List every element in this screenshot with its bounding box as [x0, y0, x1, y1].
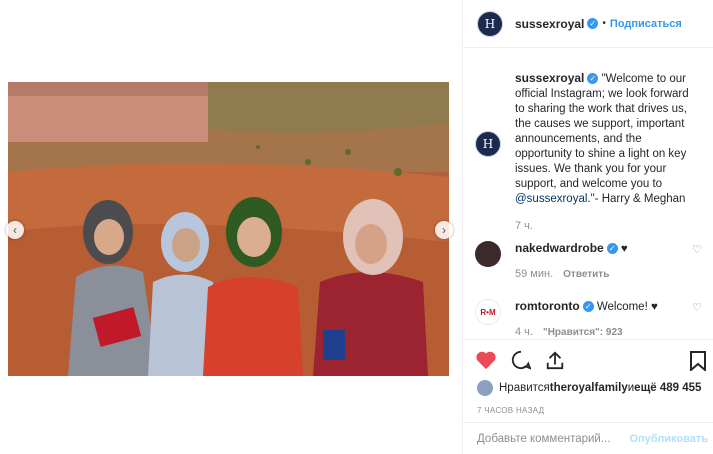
verified-icon: ✓ — [587, 18, 599, 29]
publish-button[interactable]: Опубликовать — [629, 433, 708, 445]
likes-prefix: Нравится — [499, 382, 550, 394]
comment-time[interactable]: 4 ч. — [515, 326, 533, 338]
comment-text: ♥ — [617, 243, 628, 255]
header-username[interactable]: sussexroyal — [515, 17, 584, 31]
separator-dot: • — [602, 18, 606, 29]
share-icon[interactable] — [545, 350, 565, 370]
post-header: H sussexroyal ✓ • Подписаться — [463, 0, 713, 48]
carousel-next-button[interactable]: › — [435, 221, 453, 239]
verified-icon: ✓ — [582, 301, 594, 313]
comment-text: Welcome! ♥ — [593, 301, 658, 313]
verified-icon: ✓ — [606, 243, 618, 255]
caption-username[interactable]: sussexroyal — [515, 71, 584, 85]
media-pane: ‹ › — [0, 0, 462, 454]
comment-username[interactable]: nakedwardrobe — [515, 241, 604, 255]
caption: H sussexroyal ✓ "Welcome to our official … — [475, 71, 695, 234]
action-icons — [463, 340, 713, 380]
comment-input[interactable] — [477, 433, 637, 445]
post-sidebar: H sussexroyal ✓ • Подписаться H sussexro… — [462, 0, 713, 454]
liker-username[interactable]: theroyalfamily — [550, 382, 628, 394]
comment-item: R•M romtoronto ✓ Welcome! ♥ 4 ч. "Нравится… — [475, 299, 695, 339]
bookmark-icon[interactable] — [690, 351, 706, 371]
carousel-prev-button[interactable]: ‹ — [6, 221, 24, 239]
post-timestamp[interactable]: 7 ЧАСОВ НАЗАД — [463, 406, 713, 415]
comment-avatar[interactable] — [475, 241, 501, 267]
add-comment-row: Опубликовать — [463, 422, 713, 454]
comment-icon[interactable] — [511, 350, 531, 370]
comment-item: nakedwardrobe ✓ ♥ 59 мин. Ответить — [475, 241, 695, 282]
post-photo[interactable] — [8, 82, 449, 376]
avatar[interactable]: H — [477, 10, 503, 37]
comment-username[interactable]: romtoronto — [515, 299, 580, 313]
reply-button[interactable]: Ответить — [563, 269, 609, 280]
likes-summary: Нравится theroyalfamily и ещё 489 455 — [463, 380, 713, 396]
comment-like-icon[interactable]: ♡ — [692, 301, 702, 314]
comment-avatar[interactable]: R•M — [475, 299, 501, 325]
follow-button[interactable]: Подписаться — [610, 18, 682, 30]
chevron-left-icon: ‹ — [13, 223, 17, 237]
caption-time[interactable]: 7 ч. — [515, 220, 533, 232]
likes-count[interactable]: ещё 489 455 — [634, 382, 701, 394]
comment-time[interactable]: 59 мин. — [515, 268, 553, 280]
avatar-monogram: H — [484, 16, 496, 31]
liker-avatar[interactable] — [477, 380, 493, 396]
caption-mention[interactable]: @sussexroyal — [515, 193, 587, 205]
heart-icon[interactable] — [475, 350, 497, 370]
comment-likes[interactable]: "Нравится": 923 — [543, 327, 623, 338]
verified-icon: ✓ — [587, 73, 599, 85]
avatar-monogram: H — [482, 137, 494, 151]
caption-text: "Welcome to our official Instagram; we l… — [515, 73, 689, 190]
chevron-right-icon: › — [442, 223, 446, 237]
comment-avatar-text: R•M — [480, 307, 496, 317]
caption-text-end: ."- Harry & Meghan — [587, 193, 686, 205]
photo-image — [8, 82, 449, 376]
comments-list[interactable]: H sussexroyal ✓ "Welcome to our official … — [463, 49, 713, 339]
post-actions: Нравится theroyalfamily и ещё 489 455 7 … — [463, 339, 713, 454]
caption-avatar[interactable]: H — [475, 131, 501, 157]
comment-like-icon[interactable]: ♡ — [692, 243, 702, 256]
